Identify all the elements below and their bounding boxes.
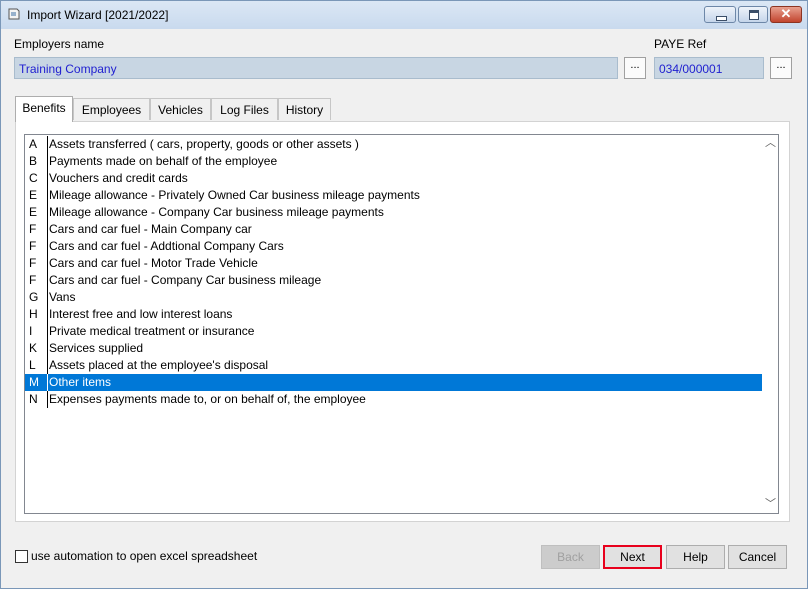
paye-browse-button[interactable]: ... bbox=[770, 57, 792, 79]
benefit-code: L bbox=[29, 358, 36, 372]
benefit-description: Expenses payments made to, or on behalf … bbox=[49, 392, 366, 406]
back-button[interactable]: Back bbox=[541, 545, 600, 569]
tab-benefits[interactable]: Benefits bbox=[15, 96, 73, 122]
tab-vehicles[interactable]: Vehicles bbox=[150, 98, 211, 120]
paye-ref-label: PAYE Ref bbox=[654, 37, 707, 51]
list-item[interactable]: F Cars and car fuel - Addtional Company C… bbox=[25, 238, 762, 255]
vertical-scrollbar[interactable]: ︿ ﹀ bbox=[762, 135, 778, 513]
benefit-code: B bbox=[29, 154, 38, 168]
list-item[interactable]: E Mileage allowance - Company Car busines… bbox=[25, 204, 762, 221]
list-item[interactable]: N Expenses payments made to, or on behalf… bbox=[25, 391, 762, 408]
close-button[interactable]: ✕ bbox=[770, 6, 802, 23]
benefit-code: E bbox=[29, 188, 38, 202]
column-divider bbox=[47, 204, 48, 221]
scroll-down-icon[interactable]: ﹀ bbox=[762, 496, 778, 513]
column-divider bbox=[47, 187, 48, 204]
automation-checkbox-label: use automation to open excel spreadsheet bbox=[31, 549, 258, 563]
employers-name-label: Employers name bbox=[14, 37, 105, 51]
column-divider bbox=[47, 391, 48, 408]
benefit-code: A bbox=[29, 137, 38, 151]
list-item[interactable]: E Mileage allowance - Privately Owned Car… bbox=[25, 187, 762, 204]
tab-history[interactable]: History bbox=[278, 98, 331, 120]
list-item[interactable]: L Assets placed at the employee's disposa… bbox=[25, 357, 762, 374]
list-item[interactable]: I Private medical treatment or insurance bbox=[25, 323, 762, 340]
column-divider bbox=[47, 340, 48, 357]
automation-checkbox[interactable] bbox=[15, 550, 28, 563]
benefits-list[interactable]: A Assets transferred ( cars, property, go… bbox=[24, 134, 779, 514]
list-item[interactable]: F Cars and car fuel - Motor Trade Vehicle bbox=[25, 255, 762, 272]
benefit-description: Cars and car fuel - Motor Trade Vehicle bbox=[49, 256, 258, 270]
list-item[interactable]: F Cars and car fuel - Company Car busines… bbox=[25, 272, 762, 289]
list-item[interactable]: G Vans bbox=[25, 289, 762, 306]
benefit-description: Mileage allowance - Privately Owned Car … bbox=[49, 188, 420, 202]
app-icon bbox=[8, 8, 20, 20]
column-divider bbox=[47, 136, 48, 153]
maximize-button[interactable] bbox=[738, 6, 768, 23]
scroll-up-icon[interactable]: ︿ bbox=[762, 135, 778, 152]
list-item[interactable]: H Interest free and low interest loans bbox=[25, 306, 762, 323]
benefit-code: F bbox=[29, 222, 37, 236]
benefit-code: F bbox=[29, 273, 37, 287]
list-item[interactable]: C Vouchers and credit cards bbox=[25, 170, 762, 187]
benefit-description: Interest free and low interest loans bbox=[49, 307, 233, 321]
benefit-code: I bbox=[29, 324, 33, 338]
column-divider bbox=[47, 289, 48, 306]
tab-log-files[interactable]: Log Files bbox=[211, 98, 278, 120]
benefit-description: Vans bbox=[49, 290, 76, 304]
title-bar[interactable]: Import Wizard [2021/2022] ✕ bbox=[1, 1, 807, 29]
benefit-description: Mileage allowance - Company Car business… bbox=[49, 205, 384, 219]
column-divider bbox=[47, 357, 48, 374]
column-divider bbox=[47, 323, 48, 340]
benefit-code: F bbox=[29, 256, 37, 270]
benefit-description: Payments made on behalf of the employee bbox=[49, 154, 278, 168]
benefit-description: Cars and car fuel - Company Car business… bbox=[49, 273, 322, 287]
benefit-description: Private medical treatment or insurance bbox=[49, 324, 255, 338]
list-item[interactable]: B Payments made on behalf of the employee bbox=[25, 153, 762, 170]
list-item[interactable]: F Cars and car fuel - Main Company car bbox=[25, 221, 762, 238]
help-button[interactable]: Help bbox=[666, 545, 725, 569]
employers-name-field[interactable]: Training Company bbox=[14, 57, 618, 79]
column-divider bbox=[47, 170, 48, 187]
column-divider bbox=[47, 221, 48, 238]
close-icon: ✕ bbox=[780, 6, 792, 21]
benefit-code: H bbox=[29, 307, 38, 321]
benefit-description: Other items bbox=[49, 375, 112, 389]
benefit-code: C bbox=[29, 171, 38, 185]
benefit-description: Assets transferred ( cars, property, goo… bbox=[49, 137, 359, 151]
list-item[interactable]: K Services supplied bbox=[25, 340, 762, 357]
minimize-button[interactable] bbox=[704, 6, 736, 23]
column-divider bbox=[47, 272, 48, 289]
list-item[interactable]: A Assets transferred ( cars, property, go… bbox=[25, 136, 762, 153]
benefit-description: Cars and car fuel - Main Company car bbox=[49, 222, 252, 236]
benefit-code: M bbox=[29, 375, 39, 389]
column-divider bbox=[47, 306, 48, 323]
column-divider bbox=[47, 255, 48, 272]
benefit-code: F bbox=[29, 239, 37, 253]
benefit-code: N bbox=[29, 392, 38, 406]
benefit-description: Cars and car fuel - Addtional Company Ca… bbox=[49, 239, 284, 253]
benefit-description: Assets placed at the employee's disposal bbox=[49, 358, 269, 372]
column-divider bbox=[47, 374, 48, 391]
employer-browse-button[interactable]: ... bbox=[624, 57, 646, 79]
benefit-code: E bbox=[29, 205, 38, 219]
benefit-description: Vouchers and credit cards bbox=[49, 171, 188, 185]
list-item[interactable]: M Other items bbox=[25, 374, 762, 391]
benefit-code: G bbox=[29, 290, 39, 304]
tab-employees[interactable]: Employees bbox=[73, 98, 150, 120]
benefit-description: Services supplied bbox=[49, 341, 144, 355]
column-divider bbox=[47, 238, 48, 255]
paye-ref-field[interactable]: 034/000001 bbox=[654, 57, 764, 79]
cancel-button[interactable]: Cancel bbox=[728, 545, 787, 569]
benefit-code: K bbox=[29, 341, 38, 355]
column-divider bbox=[47, 153, 48, 170]
next-button[interactable]: Next bbox=[603, 545, 662, 569]
window-title: Import Wizard [2021/2022] bbox=[27, 8, 169, 22]
